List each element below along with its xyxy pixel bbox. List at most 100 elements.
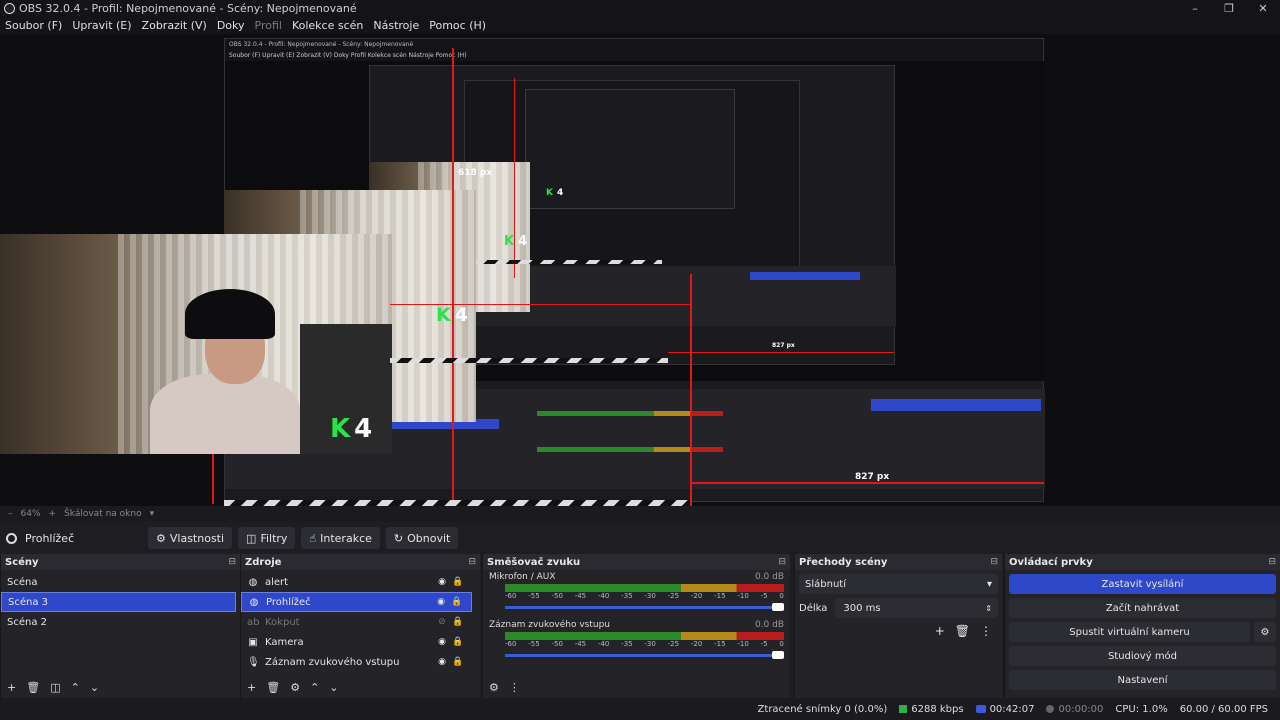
- lock-icon[interactable]: 🔒: [450, 657, 466, 667]
- gear-icon[interactable]: ⚙: [1254, 622, 1276, 642]
- scenes-header: Scény ⊟: [1, 554, 240, 570]
- move-up-icon[interactable]: ⌃: [310, 681, 319, 694]
- stop-streaming-button[interactable]: Zastavit vysílání: [1009, 574, 1276, 594]
- gear-icon: ⚙: [156, 531, 166, 545]
- scene-filter-icon[interactable]: ◫: [50, 681, 60, 694]
- guide-line-horizontal-1: [692, 482, 1044, 484]
- record-icon: [1046, 705, 1055, 713]
- eye-icon[interactable]: ◉: [434, 657, 450, 667]
- nested-title: OBS 32.0.4 - Profil: Nepojmenované - Scé…: [225, 39, 1043, 51]
- scene-item-selected[interactable]: Scéna 3: [1, 592, 236, 612]
- popout-icon[interactable]: ⊟: [778, 557, 786, 567]
- zoom-out-button[interactable]: –: [8, 509, 13, 519]
- more-options-icon[interactable]: ⋮: [509, 681, 520, 694]
- audio-mixer-dock: Směšovač zvuku ⊟ Mikrofon / AUX 0.0 dB -60…: [482, 554, 790, 698]
- guide-label-827: 827 px: [855, 472, 890, 482]
- scenes-dock: Scény ⊟ Scéna Scéna 3 Scéna 2 + 🗑 ◫ ⌃ ⌄: [0, 554, 240, 698]
- eye-icon[interactable]: ◉: [433, 597, 449, 607]
- move-down-icon[interactable]: ⌄: [90, 681, 99, 694]
- maximize-icon[interactable]: ❐: [1212, 0, 1246, 16]
- source-item[interactable]: ab Kokput ⊘ 🔒: [241, 612, 472, 632]
- trash-icon[interactable]: 🗑: [266, 681, 280, 694]
- mixer-channel: Záznam zvukového vstupu 0.0 dB -60 -55 -50-…: [483, 618, 790, 662]
- menu-docks[interactable]: Doky: [212, 19, 250, 32]
- add-scene-button[interactable]: +: [7, 681, 16, 694]
- refresh-button[interactable]: ↻ Obnovit: [385, 527, 459, 549]
- transitions-header: Přechody scény ⊟: [795, 554, 1002, 570]
- status-bar: Ztracené snímky 0 (0.0%) 6288 kbps 00:42…: [0, 698, 1280, 720]
- k4-logo-small: K4: [504, 234, 528, 249]
- window-title: OBS 32.0.4 - Profil: Nepojmenované - Scé…: [19, 1, 357, 15]
- menu-view[interactable]: Zobrazit (V): [137, 19, 212, 32]
- program-preview[interactable]: OBS 32.0.4 - Profil: Nepojmenované - Scé…: [0, 34, 1280, 506]
- popout-icon[interactable]: ⊟: [468, 557, 476, 567]
- settings-button[interactable]: Nastavení: [1009, 670, 1276, 690]
- source-item[interactable]: ◍ alert ◉ 🔒: [241, 572, 472, 592]
- trash-icon[interactable]: 🗑: [955, 624, 970, 638]
- lock-icon[interactable]: 🔒: [450, 577, 466, 587]
- popout-icon[interactable]: ⊟: [1268, 557, 1276, 567]
- scenes-footer: + 🗑 ◫ ⌃ ⌄: [1, 676, 240, 698]
- nested-meter-2: [537, 447, 723, 452]
- zoom-mode-select[interactable]: Škálovat na okno: [64, 509, 142, 519]
- controls-dock: Ovládací prvky ⊟ Zastavit vysílání Začít …: [1004, 554, 1280, 698]
- zoom-value: 64%: [20, 509, 41, 519]
- popout-icon[interactable]: ⊟: [990, 557, 998, 567]
- filters-button[interactable]: ◫ Filtry: [238, 527, 296, 549]
- more-options-icon[interactable]: ⋮: [980, 624, 992, 638]
- add-transition-icon[interactable]: +: [935, 624, 945, 638]
- eye-icon[interactable]: ◉: [434, 577, 450, 587]
- interact-button[interactable]: ☝ Interakce: [301, 527, 380, 549]
- advanced-audio-icon[interactable]: ⚙: [489, 681, 499, 694]
- close-icon[interactable]: ✕: [1246, 0, 1280, 16]
- duration-input[interactable]: 300 ms ⇕: [835, 598, 998, 618]
- lock-icon[interactable]: 🔒: [450, 617, 466, 627]
- move-up-icon[interactable]: ⌃: [71, 681, 80, 694]
- cpu-usage: CPU: 1.0%: [1115, 703, 1168, 715]
- menu-file[interactable]: Soubor (F): [0, 19, 67, 32]
- gear-icon[interactable]: ⚙: [290, 681, 300, 694]
- eye-icon[interactable]: ◉: [434, 637, 450, 647]
- hazard-strip-2: [390, 358, 668, 363]
- trash-icon[interactable]: 🗑: [26, 681, 40, 694]
- chevron-down-icon[interactable]: ▾: [150, 509, 155, 519]
- channel-name: Záznam zvukového vstupu: [489, 620, 611, 630]
- menu-profile[interactable]: Profil: [250, 19, 287, 32]
- source-item[interactable]: ▣ Kamera ◉ 🔒: [241, 632, 472, 652]
- menu-help[interactable]: Pomoc (H): [424, 19, 491, 32]
- add-source-button[interactable]: +: [247, 681, 256, 694]
- properties-button[interactable]: ⚙ Vlastnosti: [148, 527, 233, 549]
- scene-item[interactable]: Scéna 2: [1, 612, 236, 632]
- pointer-icon: ☝: [309, 531, 317, 545]
- text-icon: ab: [247, 616, 260, 628]
- transitions-dock: Přechody scény ⊟ Slábnutí ▾ Délka 300 ms ⇕ …: [794, 554, 1002, 698]
- minimize-icon[interactable]: –: [1178, 0, 1212, 16]
- popout-icon[interactable]: ⊟: [228, 557, 236, 567]
- transition-actions: + 🗑 ⋮: [795, 624, 1002, 638]
- transition-select[interactable]: Slábnutí ▾: [799, 574, 998, 594]
- k4-logo-tiny: K4: [546, 188, 564, 198]
- sources-footer: + 🗑 ⚙ ⌃ ⌄: [241, 676, 480, 698]
- volume-slider[interactable]: [505, 650, 784, 660]
- volume-meter: [505, 584, 784, 592]
- zoom-bar: – 64% + Škálovat na okno ▾: [0, 506, 1280, 522]
- guide-line-horizontal-2: [390, 304, 690, 305]
- source-item-selected[interactable]: ◍ Prohlížeč ◉ 🔒: [241, 592, 472, 612]
- move-down-icon[interactable]: ⌄: [329, 681, 338, 694]
- nested-controls-stop: [871, 399, 1041, 411]
- source-item[interactable]: 🎙 Záznam zvukového vstupu ◉ 🔒: [241, 652, 472, 672]
- channel-db: 0.0 dB: [754, 620, 784, 630]
- volume-slider[interactable]: [505, 602, 784, 612]
- spinner-icon[interactable]: ⇕: [985, 604, 992, 613]
- eye-hidden-icon[interactable]: ⊘: [434, 617, 450, 627]
- lock-icon[interactable]: 🔒: [449, 597, 465, 607]
- scene-item[interactable]: Scéna: [1, 572, 236, 592]
- studio-mode-button[interactable]: Studiový mód: [1009, 646, 1276, 666]
- lock-icon[interactable]: 🔒: [450, 637, 466, 647]
- menu-tools[interactable]: Nástroje: [368, 19, 424, 32]
- start-recording-button[interactable]: Začít nahrávat: [1009, 598, 1276, 618]
- start-virtual-camera-button[interactable]: Spustit virtuální kameru: [1009, 622, 1250, 642]
- menu-scene-collection[interactable]: Kolekce scén: [287, 19, 368, 32]
- menu-edit[interactable]: Upravit (E): [67, 19, 136, 32]
- zoom-in-button[interactable]: +: [49, 509, 57, 519]
